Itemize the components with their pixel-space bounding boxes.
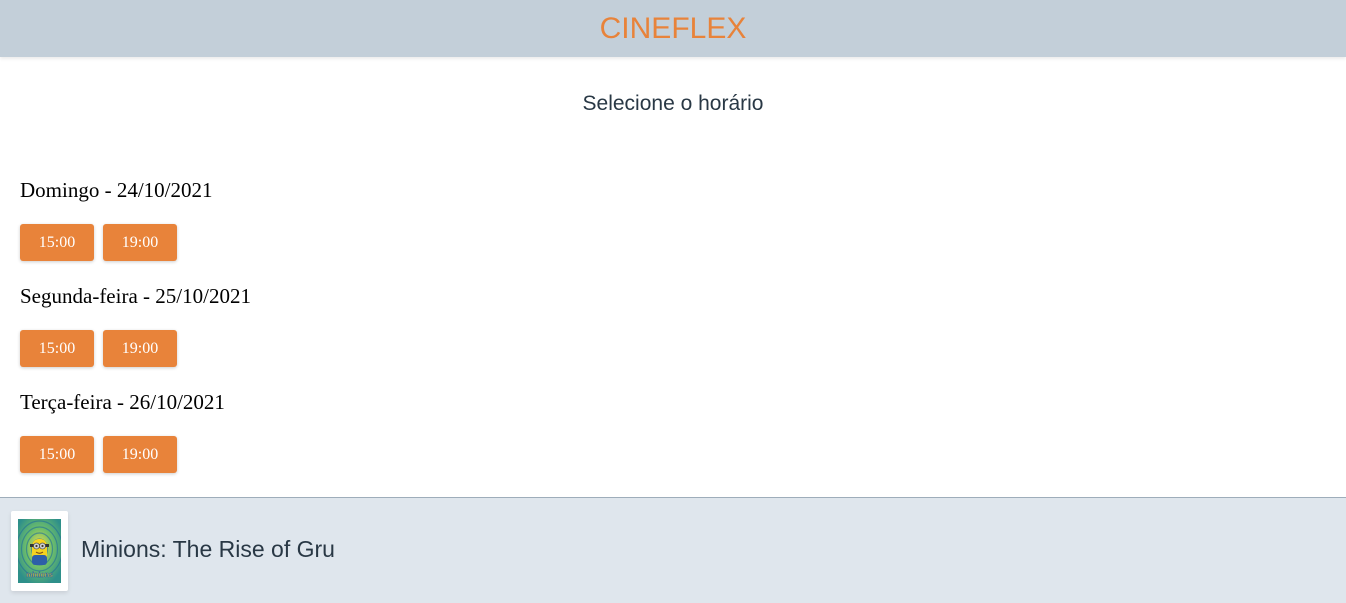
showtime-button[interactable]: 19:00	[103, 330, 177, 367]
movie-title: Minions: The Rise of Gru	[81, 536, 335, 562]
movie-poster: minions	[18, 519, 61, 583]
svg-text:minions: minions	[26, 572, 53, 579]
sessions-list: Domingo - 24/10/2021 15:00 19:00 Segunda…	[20, 175, 251, 493]
showtimes: 15:00 19:00	[20, 224, 251, 261]
showtimes: 15:00 19:00	[20, 436, 251, 473]
showtime-button[interactable]: 15:00	[20, 224, 94, 261]
session-day: Segunda-feira - 25/10/2021 15:00 19:00	[20, 281, 251, 387]
session-date: Segunda-feira - 25/10/2021	[20, 284, 251, 308]
page-subtitle: Selecione o horário	[582, 92, 764, 115]
showtime-button[interactable]: 19:00	[103, 436, 177, 473]
session-date: Terça-feira - 26/10/2021	[20, 390, 225, 414]
top-bar: CINEFLEX	[0, 0, 1346, 57]
session-day: Domingo - 24/10/2021 15:00 19:00	[20, 175, 251, 281]
showtime-button[interactable]: 19:00	[103, 224, 177, 261]
session-date: Domingo - 24/10/2021	[20, 178, 213, 202]
session-day: Terça-feira - 26/10/2021 15:00 19:00	[20, 387, 251, 493]
showtimes: 15:00 19:00	[20, 330, 251, 367]
showtime-button[interactable]: 15:00	[20, 330, 94, 367]
brand-title: CINEFLEX	[599, 11, 747, 45]
showtime-button[interactable]: 15:00	[20, 436, 94, 473]
poster-frame: minions	[11, 511, 68, 591]
footer-bar: minions Minions: The Rise of Gru	[0, 497, 1346, 603]
